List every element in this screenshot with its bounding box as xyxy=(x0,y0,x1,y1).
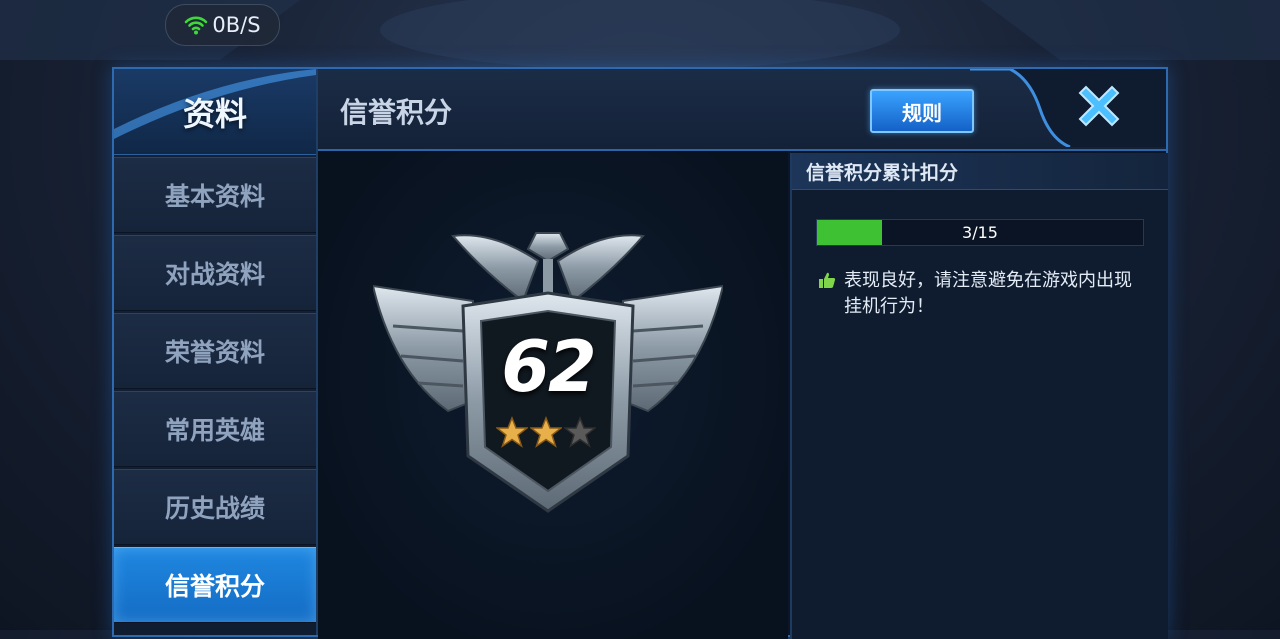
sidebar: 资料 基本资料 对战资料 荣誉资料 常用英雄 历史战绩 信誉积分 xyxy=(114,69,318,635)
sidebar-item-match-history[interactable]: 历史战绩 xyxy=(114,469,316,545)
close-icon[interactable] xyxy=(1072,79,1126,133)
credit-badge-area: 62 xyxy=(318,151,788,639)
header-corner-decoration xyxy=(970,69,1166,147)
deductions-panel: 信誉积分累计扣分 3/15 表现良好，请注意避免在游戏内出现挂机行为！ xyxy=(790,153,1168,639)
sidebar-item-honor-info[interactable]: 荣誉资料 xyxy=(114,313,316,389)
content-header: 信誉积分 规则 xyxy=(318,69,1166,151)
credit-score-value: 62 xyxy=(501,326,596,408)
credit-badge: 62 xyxy=(371,231,725,521)
sidebar-header: 资料 xyxy=(114,69,316,155)
deduction-progress-text: 3/15 xyxy=(962,223,998,242)
star-icon xyxy=(496,416,528,448)
deduction-progress-bar: 3/15 xyxy=(816,219,1144,246)
sidebar-item-basic-info[interactable]: 基本资料 xyxy=(114,157,316,233)
status-note-text: 表现良好，请注意避免在游戏内出现挂机行为！ xyxy=(844,270,1132,317)
sidebar-item-battle-info[interactable]: 对战资料 xyxy=(114,235,316,311)
network-status: 0B/S xyxy=(165,4,280,46)
star-icon xyxy=(530,416,562,448)
sidebar-item-common-heroes[interactable]: 常用英雄 xyxy=(114,391,316,467)
sidebar-title: 资料 xyxy=(182,94,247,133)
thumbs-up-icon xyxy=(819,272,836,288)
deductions-title: 信誉积分累计扣分 xyxy=(792,153,1168,190)
profile-panel: 资料 基本资料 对战资料 荣誉资料 常用英雄 历史战绩 信誉积分 信誉积分 规则 xyxy=(112,67,1168,639)
wifi-icon xyxy=(185,16,208,35)
page-title: 信誉积分 xyxy=(340,96,453,129)
rules-button[interactable]: 规则 xyxy=(870,89,974,133)
sidebar-item-credit-score[interactable]: 信誉积分 xyxy=(114,547,316,623)
star-rating xyxy=(496,416,596,448)
star-empty-icon xyxy=(564,416,596,448)
network-speed: 0B/S xyxy=(212,13,261,37)
status-note: 表现良好，请注意避免在游戏内出现挂机行为！ xyxy=(818,268,1148,320)
